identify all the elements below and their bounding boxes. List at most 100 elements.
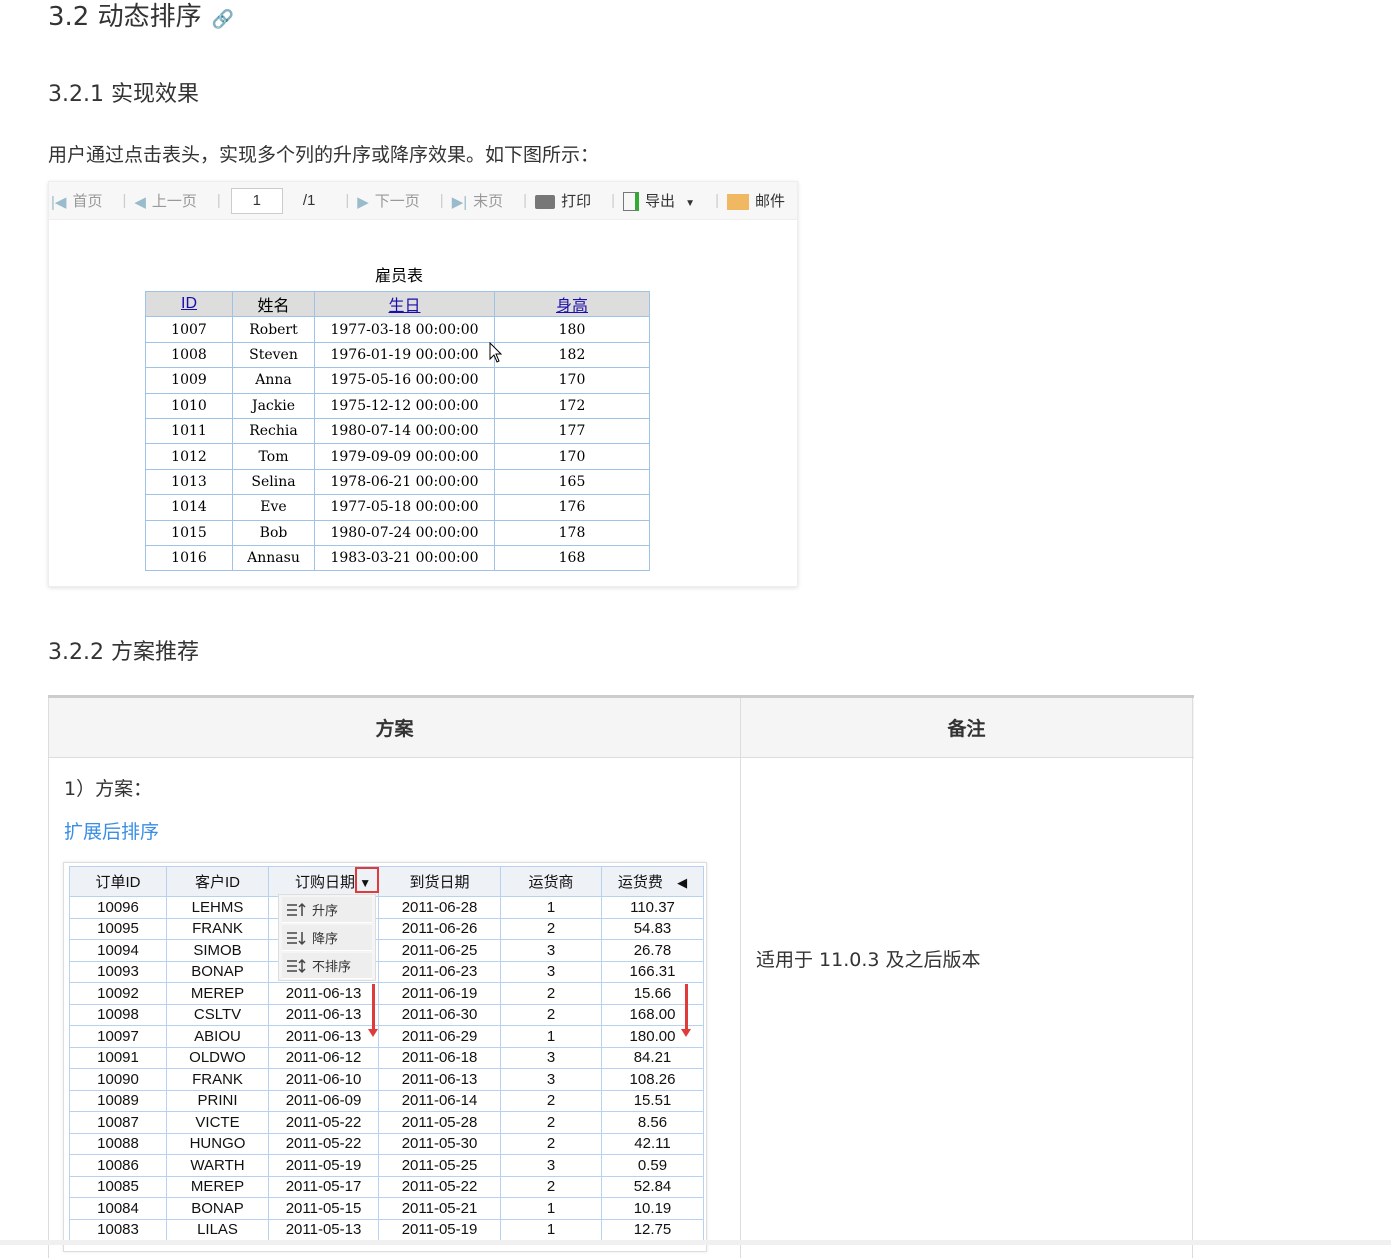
prev-page-icon: ◀ xyxy=(134,194,146,212)
table-cell: 2011-05-30 xyxy=(378,1132,501,1155)
table-cell: 10089 xyxy=(69,1089,167,1112)
table-cell: 3 xyxy=(500,1068,602,1091)
table-cell: 2011-05-19 xyxy=(378,1218,501,1241)
table-row: 10092 MEREP 2011-06-13 2011-06-19 2 15.66 xyxy=(69,982,704,1005)
sort-header-birthday[interactable]: 生日 xyxy=(314,290,495,318)
menu-item-descending[interactable]: 降序 xyxy=(282,925,372,951)
table-cell: 2011-06-13 xyxy=(268,1025,379,1048)
table-cell: 2011-06-19 xyxy=(378,982,501,1005)
table-row: 10091 OLDWO 2011-06-12 2011-06-18 3 84.21 xyxy=(69,1046,704,1069)
menu-item-ascending[interactable]: 升序 xyxy=(282,897,372,923)
report-title: 雇员表 xyxy=(374,268,423,285)
header-order-id: 订单ID xyxy=(69,866,167,897)
page-total: /1 xyxy=(302,192,316,209)
sort-descending-icon xyxy=(287,931,306,945)
table-cell: 1975-05-16 00:00:00 xyxy=(314,367,495,394)
table-cell: 182 xyxy=(494,341,650,369)
table-cell: 10.19 xyxy=(601,1197,704,1220)
table-cell: 178 xyxy=(494,519,650,546)
sort-menu: 升序 降序 不排序 xyxy=(278,894,376,981)
table-cell: 1014 xyxy=(145,494,233,521)
table-row: 10097 ABIOU 2011-06-13 2011-06-29 1 180.00 xyxy=(69,1025,704,1048)
table-cell: 0.59 xyxy=(601,1154,704,1177)
table-cell: 3 xyxy=(500,1154,602,1177)
plan-link[interactable]: 扩展后排序 xyxy=(64,817,725,844)
table-row: 10089 PRINI 2011-06-09 2011-06-14 2 15.51 xyxy=(69,1089,704,1112)
table-row: 10098 CSLTV 2011-06-13 2011-06-30 2 168.00 xyxy=(69,1003,704,1026)
header-plan: 方案 xyxy=(48,698,741,757)
table-cell: 1 xyxy=(500,896,602,919)
table-row: 10090 FRANK 2011-06-10 2011-06-13 3 108.26 xyxy=(69,1068,704,1091)
table-cell: 1975-12-12 00:00:00 xyxy=(314,392,495,419)
table-cell: 170 xyxy=(494,367,650,394)
table-cell: 177 xyxy=(494,417,650,445)
table-row: 1008 Steven 1976-01-19 00:00:00 182 xyxy=(145,341,650,369)
table-cell: 15.51 xyxy=(601,1089,704,1112)
section-heading: 3.2 动态排序 🔗 xyxy=(48,2,235,32)
first-page-button[interactable]: |◀ 首页 xyxy=(51,190,108,211)
table-cell: 168 xyxy=(494,544,650,572)
print-button[interactable]: 打印 xyxy=(535,190,597,211)
table-cell: 2011-06-29 xyxy=(378,1025,501,1048)
table-cell: 10085 xyxy=(69,1175,167,1198)
table-cell: LILAS xyxy=(166,1218,269,1241)
table-cell: 2 xyxy=(500,917,602,940)
table-cell: WARTH xyxy=(166,1154,269,1177)
table-cell: 10095 xyxy=(69,917,167,940)
table-cell: 2011-06-13 xyxy=(268,1003,379,1026)
menu-item-no-sort[interactable]: 不排序 xyxy=(282,953,372,979)
prev-page-button[interactable]: ◀ 上一页 xyxy=(134,190,203,211)
table-cell: 2 xyxy=(500,982,602,1005)
table-row: 10094 SIMOB 2011-06-25 3 26.78 xyxy=(69,939,704,962)
mouse-cursor-icon xyxy=(489,342,503,363)
table-row: 10084 BONAP 2011-05-15 2011-05-21 1 10.19 xyxy=(69,1197,704,1220)
table-row: 10083 LILAS 2011-05-13 2011-05-19 1 12.75 xyxy=(69,1218,704,1241)
page-bottom-edge xyxy=(0,1240,1391,1245)
table-row: 1013 Selina 1978-06-21 00:00:00 165 xyxy=(145,468,650,496)
table-cell: 15.66 xyxy=(601,982,704,1005)
table-cell: 176 xyxy=(494,494,650,521)
table-cell: 1012 xyxy=(145,443,233,470)
table-cell: 42.11 xyxy=(601,1132,704,1155)
last-page-button[interactable]: ▶| 末页 xyxy=(452,190,509,211)
sort-desc-indicator-icon: ◀ xyxy=(677,875,688,890)
anchor-link-icon[interactable]: 🔗 xyxy=(212,9,234,30)
header-freight[interactable]: 运货费 ◀ xyxy=(601,866,704,897)
table-cell: Eve xyxy=(232,494,315,521)
table-row: 1009 Anna 1975-05-16 00:00:00 170 xyxy=(145,367,650,394)
intro-text: 用户通过点击表头，实现多个列的升序或降序效果。如下图所示： xyxy=(48,144,600,166)
table-cell: 2 xyxy=(500,1111,602,1134)
next-page-button[interactable]: ▶ 下一页 xyxy=(357,190,426,211)
employee-table: ID 姓名 生日 身高 1007 Robert 1977-03-18 00:00:0… xyxy=(145,290,650,572)
table-cell: 1007 xyxy=(145,316,233,343)
plan-label: 1）方案： xyxy=(64,778,153,800)
table-cell: 10084 xyxy=(69,1197,167,1220)
mail-button[interactable]: 邮件 xyxy=(726,190,791,211)
table-cell: Rechia xyxy=(232,417,315,445)
table-cell: 2011-06-18 xyxy=(378,1046,501,1069)
table-cell: 2 xyxy=(500,1003,602,1026)
table-cell: 8.56 xyxy=(601,1111,704,1134)
table-cell: 2011-06-26 xyxy=(378,917,501,940)
sort-header-id[interactable]: ID xyxy=(145,290,233,318)
table-cell: 2011-05-22 xyxy=(378,1175,501,1198)
sort-header-height[interactable]: 身高 xyxy=(494,290,650,318)
page-input[interactable]: 1 xyxy=(230,187,283,214)
subheading-effect: 3.2.1 实现效果 xyxy=(48,82,199,107)
highlight-box xyxy=(355,867,379,893)
table-cell: BONAP xyxy=(166,1197,269,1220)
table-cell: 166.31 xyxy=(601,960,704,983)
table-cell: 168.00 xyxy=(601,1003,704,1026)
table-cell: 1980-07-24 00:00:00 xyxy=(314,519,495,546)
table-cell: 180 xyxy=(494,316,650,343)
table-cell: 1 xyxy=(500,1197,602,1220)
table-cell: FRANK xyxy=(166,917,269,940)
table-row: 1014 Eve 1977-05-18 00:00:00 176 xyxy=(145,494,650,521)
table-row: 1010 Jackie 1975-12-12 00:00:00 172 xyxy=(145,392,650,419)
red-arrow-order-date xyxy=(368,984,378,1037)
table-cell: 52.84 xyxy=(601,1175,704,1198)
no-sort-icon xyxy=(287,958,306,973)
table-row: 1012 Tom 1979-09-09 00:00:00 170 xyxy=(145,443,650,470)
export-button[interactable]: 导出 ▼ xyxy=(622,190,701,212)
table-cell: 170 xyxy=(494,443,650,470)
